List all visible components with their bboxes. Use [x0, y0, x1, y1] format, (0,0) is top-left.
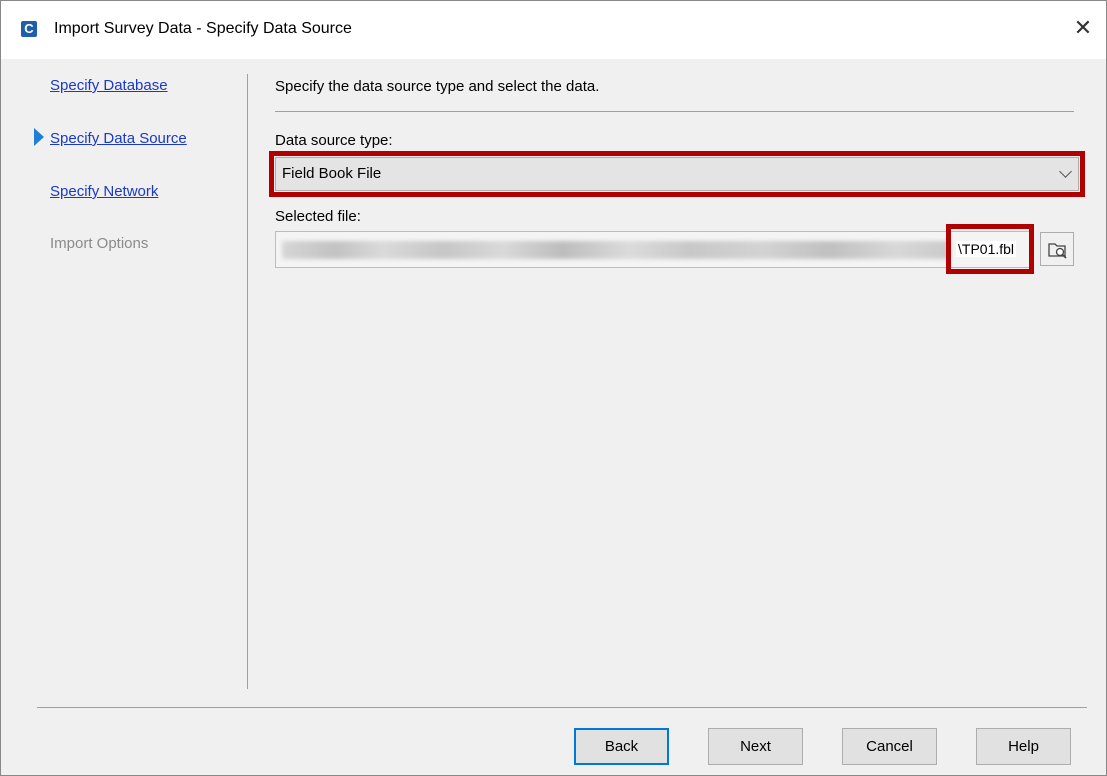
help-button[interactable]: Help [976, 728, 1071, 765]
current-step-arrow-icon [34, 128, 44, 146]
header-divider [275, 111, 1074, 112]
nav-item-import-options: Import Options [50, 235, 149, 252]
close-icon[interactable]: ✕ [1068, 13, 1098, 43]
cancel-button[interactable]: Cancel [842, 728, 937, 765]
blurred-file-path [282, 241, 950, 259]
title-bar: C Import Survey Data - Specify Data Sour… [1, 1, 1106, 59]
data-source-type-dropdown[interactable]: Field Book File [275, 157, 1079, 191]
next-button[interactable]: Next [708, 728, 803, 765]
nav-item-specify-data-source[interactable]: Specify Data Source [50, 130, 187, 147]
data-source-type-label: Data source type: [275, 132, 393, 149]
data-source-type-value: Field Book File [282, 165, 382, 182]
browse-file-button[interactable] [1040, 232, 1074, 266]
app-icon: C [21, 21, 37, 37]
footer-divider [37, 707, 1087, 708]
nav-item-specify-network[interactable]: Specify Network [50, 183, 158, 200]
nav-divider [247, 74, 248, 689]
selected-file-label: Selected file: [275, 208, 361, 225]
nav-item-specify-database[interactable]: Specify Database [50, 77, 168, 94]
selected-file-name: \TP01.fbl [956, 241, 1017, 257]
chevron-down-icon [1059, 165, 1072, 178]
folder-search-icon [1048, 243, 1067, 259]
window-title: Import Survey Data - Specify Data Source [54, 20, 352, 37]
selected-file-field[interactable]: \TP01.fbl [275, 231, 1032, 268]
import-survey-dialog: C Import Survey Data - Specify Data Sour… [0, 0, 1107, 776]
back-button[interactable]: Back [574, 728, 669, 765]
instructions-text: Specify the data source type and select … [275, 78, 600, 95]
